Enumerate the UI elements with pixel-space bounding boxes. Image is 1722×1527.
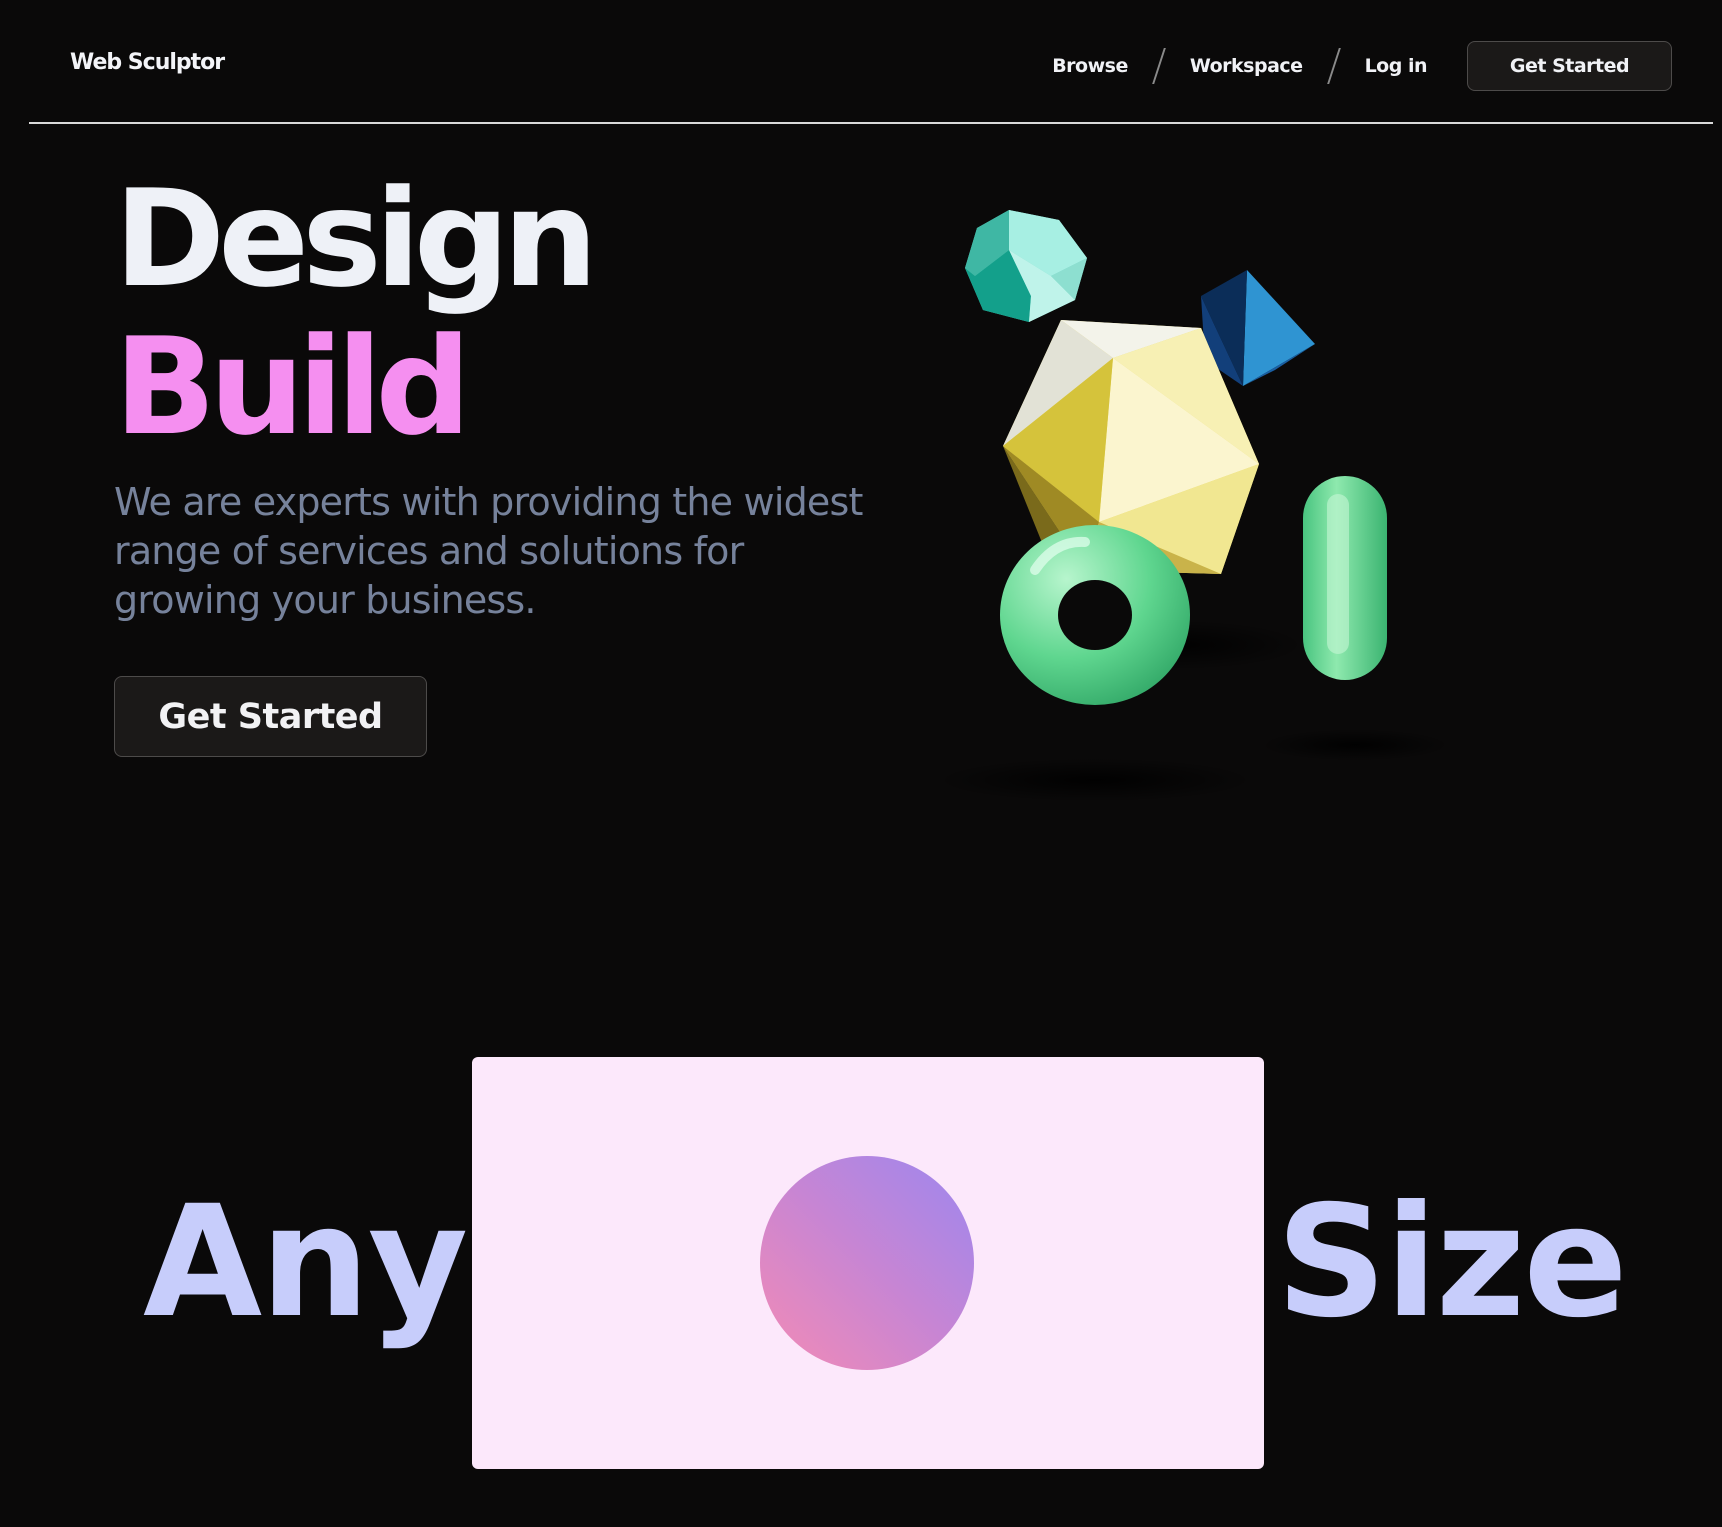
nav-links: Browse Workspace Log in Get Started xyxy=(1052,40,1672,92)
top-nav: Web Sculptor Browse Workspace Log in Get… xyxy=(0,0,1722,124)
hero-get-started-button[interactable]: Get Started xyxy=(114,676,427,757)
logo[interactable]: Web Sculptor xyxy=(70,50,225,75)
nav-get-started-button[interactable]: Get Started xyxy=(1467,41,1672,91)
hero-title-build: Build xyxy=(114,309,471,465)
teal-gem-shape xyxy=(965,210,1087,322)
showcase-word-any: Any xyxy=(143,1173,468,1352)
nav-link-browse[interactable]: Browse xyxy=(1052,55,1128,77)
green-capsule-shape xyxy=(1303,476,1387,680)
nav-divider xyxy=(29,122,1713,124)
gradient-circle xyxy=(760,1156,974,1370)
preview-card xyxy=(472,1057,1264,1469)
nav-separator xyxy=(1326,48,1341,84)
nav-separator xyxy=(1151,48,1166,84)
3d-shapes-icon xyxy=(935,210,1495,830)
nav-link-login[interactable]: Log in xyxy=(1365,55,1428,77)
hero-description: We are experts with providing the widest… xyxy=(114,480,863,622)
hero-title-design: Design xyxy=(114,161,598,317)
nav-link-workspace[interactable]: Workspace xyxy=(1190,55,1303,77)
green-ring-shape xyxy=(1000,525,1190,705)
showcase-word-size: Size xyxy=(1276,1173,1628,1352)
